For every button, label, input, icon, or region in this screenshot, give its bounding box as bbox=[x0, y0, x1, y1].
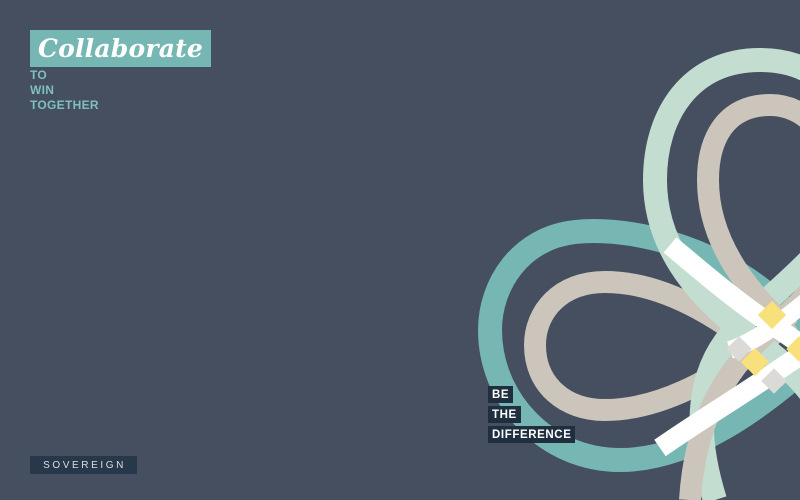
sovereign-logo: SOVEREIGN bbox=[30, 456, 137, 474]
logo-text: SOVEREIGN bbox=[43, 459, 126, 471]
subtitle-line: TOGETHER bbox=[30, 98, 99, 112]
tagline-word: BE bbox=[488, 386, 514, 403]
headline: Collaborate bbox=[38, 34, 203, 63]
tagline: BE THE DIFFERENCE bbox=[488, 386, 576, 446]
subtitle-line: WIN bbox=[30, 83, 55, 97]
tagline-word: DIFFERENCE bbox=[488, 426, 576, 443]
headline-badge: Collaborate bbox=[30, 30, 211, 67]
subtitle-line: TO bbox=[30, 68, 48, 82]
tagline-word: THE bbox=[488, 406, 521, 423]
subtitle: TO WIN TOGETHER bbox=[30, 68, 99, 113]
decorative-knot-graphic bbox=[477, 47, 800, 500]
